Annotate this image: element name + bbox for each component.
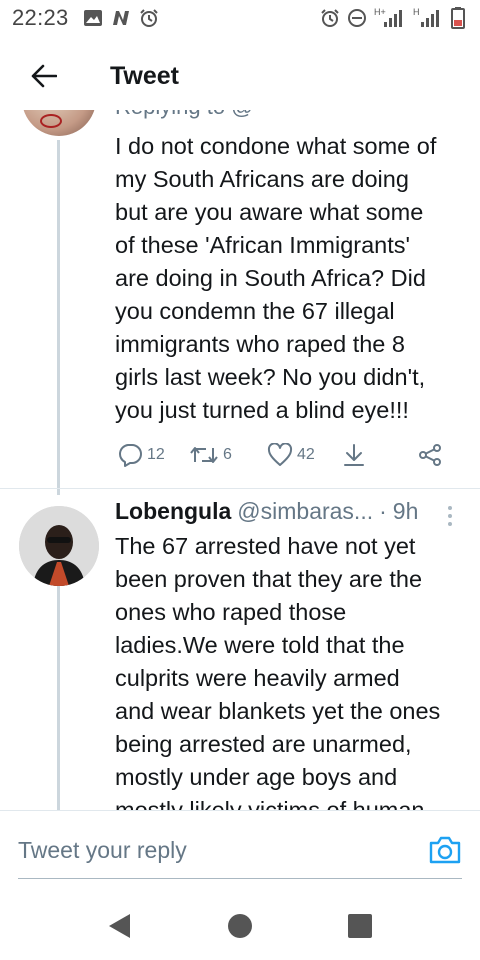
tweet-line: but are you aware what some [115, 199, 424, 225]
tweet-line: culprits were heavily armed [115, 665, 400, 691]
system-nav-bar [0, 894, 480, 960]
tweet-actions: 12 6 42 [117, 440, 447, 470]
tweet-line: I do not condone what some of [115, 133, 437, 159]
status-icons-left [83, 8, 159, 28]
share-icon [419, 444, 441, 466]
do-not-disturb-icon [347, 8, 367, 28]
status-icons-right: H+ H [320, 7, 468, 29]
network-type-label: H [413, 7, 420, 17]
network-type-label: H+ [374, 7, 386, 17]
thread-connector-line [57, 586, 60, 810]
status-time: 22:23 [12, 5, 69, 30]
avatar[interactable] [19, 506, 99, 586]
reply-input[interactable]: Tweet your reply [18, 823, 462, 879]
download-button[interactable] [342, 443, 366, 467]
signal-icon: H [411, 8, 441, 28]
camera-icon [429, 836, 461, 864]
tweet-text: The 67 arrested have not yet been proven… [115, 530, 465, 810]
reply-icon [119, 444, 142, 467]
user-name[interactable]: Lobengula [115, 498, 231, 525]
retweet-button[interactable]: 6 [189, 444, 232, 466]
divider [0, 488, 480, 489]
camera-button[interactable] [428, 835, 462, 865]
retweet-icon [190, 447, 218, 463]
nav-home-button[interactable] [228, 914, 252, 938]
tweet-line: ones who raped those [115, 599, 347, 625]
tweet-line: mostly likely victims of human [115, 797, 425, 810]
tweet-line: ladies.We were told that the [115, 632, 405, 658]
heart-icon [267, 443, 293, 466]
user-handle[interactable]: @simbaras... [237, 498, 373, 525]
reply-context-text[interactable]: Replying to @ [115, 110, 254, 120]
tweet-header: Lobengula @simbaras... · 9h [115, 498, 418, 532]
tweet-line: mostly under age boys and [115, 764, 398, 790]
like-count: 42 [297, 446, 315, 463]
header: Tweet [0, 36, 480, 120]
avatar[interactable] [22, 110, 96, 136]
back-triangle-icon [109, 914, 130, 938]
like-button[interactable]: 42 [267, 443, 315, 467]
alarm-icon [139, 8, 159, 28]
reply-count: 12 [147, 446, 165, 463]
tweet-line: The 67 arrested have not yet [115, 533, 416, 559]
tweet-line: of these 'African Immigrants' [115, 232, 411, 258]
reply-button[interactable]: 12 [117, 443, 165, 467]
signal-icon: H+ [374, 8, 404, 28]
tweet-line: and wear blankets yet the ones [115, 698, 441, 724]
tweet-line: are doing in South Africa? Did [115, 265, 426, 291]
more-vertical-icon [448, 506, 452, 526]
back-button[interactable] [26, 58, 62, 94]
tweet-line: immigrants who raped the 8 [115, 331, 405, 357]
tweet-line: been proven that they are the [115, 566, 423, 592]
nav-recents-button[interactable] [348, 914, 372, 938]
n-app-icon [111, 8, 131, 28]
separator-dot: · [379, 498, 387, 524]
back-arrow-icon [31, 64, 57, 88]
status-bar: 22:23 H+ H [0, 0, 480, 36]
page-title: Tweet [110, 62, 179, 90]
tweet-text: I do not condone what some of my South A… [115, 130, 465, 427]
retweet-count: 6 [223, 446, 232, 463]
alarm-icon [320, 8, 340, 28]
share-button[interactable] [417, 443, 443, 467]
tweet-line: you condemn the 67 illegal [115, 298, 395, 324]
download-icon [344, 444, 364, 466]
nav-back-button[interactable] [106, 912, 132, 940]
thread-connector-line [57, 140, 60, 495]
reply-bar: Tweet your reply [0, 810, 480, 894]
tweet-line: you just turned a blind eye!!! [115, 397, 409, 423]
gallery-icon [83, 8, 103, 28]
reply-placeholder: Tweet your reply [18, 837, 187, 863]
tweet-line: being arrested are unarmed, [115, 731, 412, 757]
tweet-line: my South Africans are doing [115, 166, 409, 192]
tweet-thread[interactable]: Replying to @ I do not condone what some… [0, 110, 480, 810]
tweet-time: 9h [392, 498, 419, 524]
tweet-line: girls last week? No you didn't, [115, 364, 426, 390]
battery-icon [448, 7, 468, 29]
more-options-button[interactable] [445, 504, 455, 528]
